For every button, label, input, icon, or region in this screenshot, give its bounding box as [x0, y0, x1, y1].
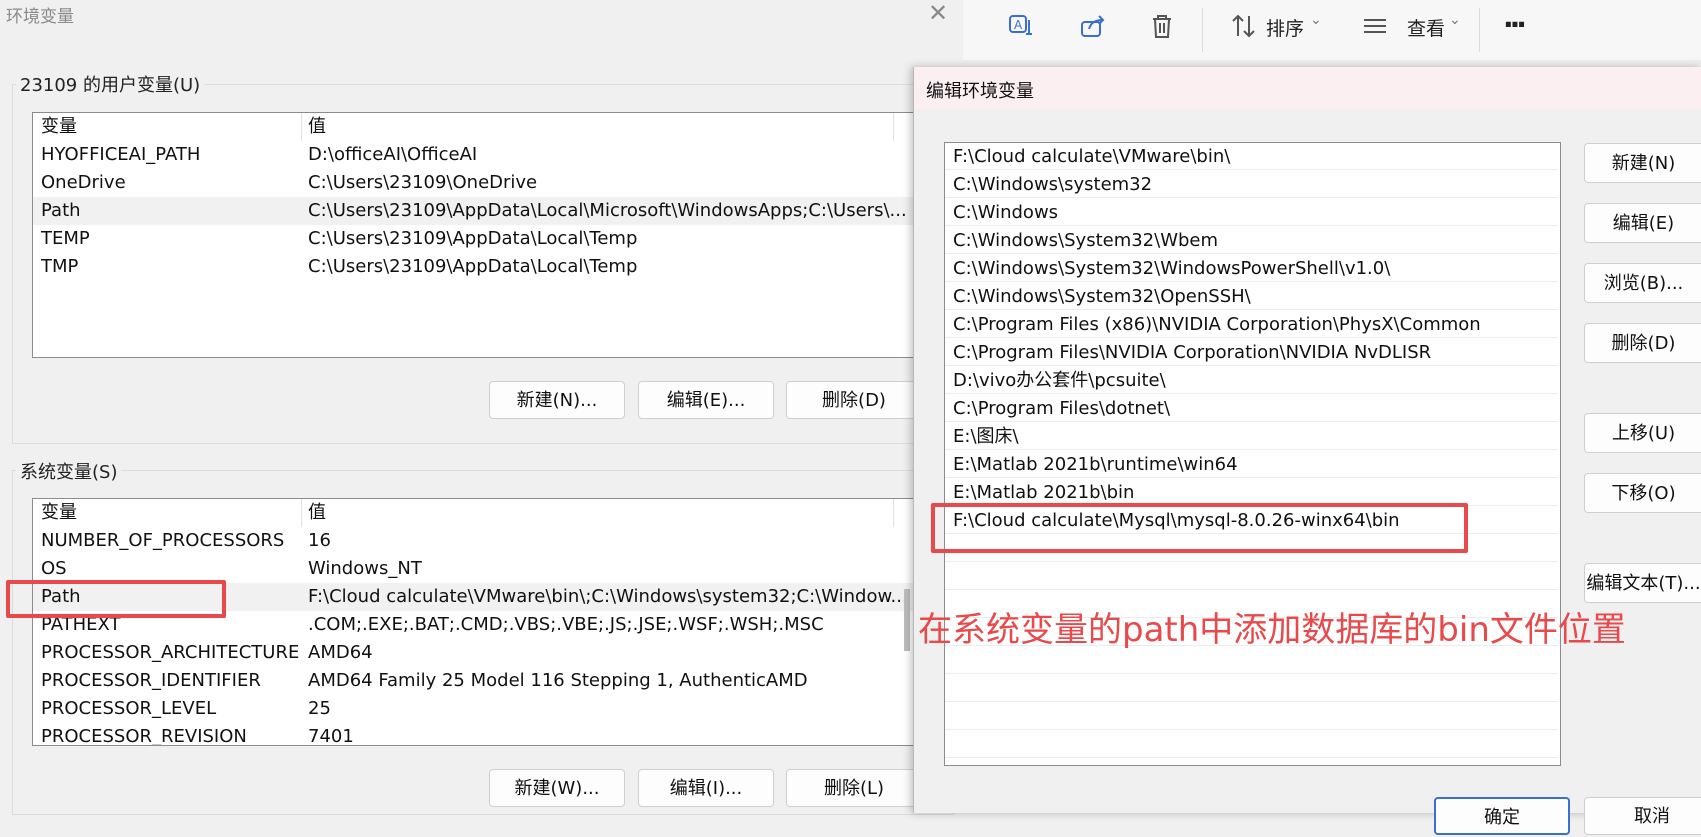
- sort-label[interactable]: 排序: [1266, 14, 1304, 41]
- system-edit-button[interactable]: 编辑(I)...: [638, 769, 774, 807]
- column-header-value[interactable]: 值: [308, 499, 326, 527]
- chevron-down-icon[interactable]: ⌄: [1310, 12, 1322, 28]
- table-row[interactable]: PROCESSOR_ARCHITECTURE AMD64: [33, 639, 933, 667]
- column-header-variable[interactable]: 变量: [41, 499, 77, 527]
- system-new-button[interactable]: 新建(W)...: [489, 769, 625, 807]
- cancel-button[interactable]: 取消: [1584, 797, 1701, 835]
- environment-variables-window: 环境变量 ✕ 23109 的用户变量(U) 变量 值 HYOFFICEAI_PA…: [0, 0, 963, 815]
- system-variables-label: 系统变量(S): [16, 458, 122, 484]
- translate-icon[interactable]: A: [1005, 12, 1037, 44]
- view-icon[interactable]: [1359, 12, 1391, 44]
- path-entries-list[interactable]: F:\Cloud calculate\VMware\bin\ C:\Window…: [944, 142, 1561, 766]
- list-item[interactable]: C:\Windows\system32: [945, 171, 1558, 198]
- list-item[interactable]: C:\Windows\System32\OpenSSH\: [945, 283, 1558, 310]
- user-variables-label: 23109 的用户变量(U): [16, 71, 205, 97]
- list-header: 变量 值: [33, 499, 933, 527]
- table-row[interactable]: PROCESSOR_REVISION 7401: [33, 723, 933, 745]
- table-row[interactable]: OneDrive C:\Users\23109\OneDrive: [33, 169, 933, 197]
- list-item[interactable]: E:\图床\: [945, 423, 1558, 450]
- move-down-button[interactable]: 下移(O): [1584, 473, 1701, 513]
- table-row[interactable]: PROCESSOR_IDENTIFIER AMD64 Family 25 Mod…: [33, 667, 933, 695]
- column-header-variable[interactable]: 变量: [41, 113, 77, 141]
- list-header: 变量 值: [33, 113, 933, 141]
- user-new-button[interactable]: 新建(N)...: [489, 381, 625, 419]
- list-item[interactable]: C:\Windows\System32\WindowsPowerShell\v1…: [945, 255, 1558, 282]
- edit-button[interactable]: 编辑(E): [1584, 203, 1701, 243]
- list-item[interactable]: C:\Windows: [945, 199, 1558, 226]
- annotation-text: 在系统变量的path中添加数据库的bin文件位置: [918, 610, 1626, 650]
- window-title: 环境变量: [6, 7, 74, 27]
- user-variables-list[interactable]: 变量 值 HYOFFICEAI_PATH D:\officeAI\OfficeA…: [32, 112, 934, 358]
- new-button[interactable]: 新建(N): [1584, 143, 1701, 183]
- chevron-down-icon[interactable]: ⌄: [1449, 12, 1461, 28]
- explorer-toolbar: A 排序 ⌄ 查看 ⌄ ···: [963, 0, 1701, 60]
- list-item[interactable]: C:\Program Files\NVIDIA Corporation\NVID…: [945, 339, 1558, 366]
- list-item[interactable]: F:\Cloud calculate\VMware\bin\: [945, 143, 1558, 170]
- list-item[interactable]: C:\Windows\System32\Wbem: [945, 227, 1558, 254]
- table-row[interactable]: TEMP C:\Users\23109\AppData\Local\Temp: [33, 225, 933, 253]
- table-row[interactable]: NUMBER_OF_PROCESSORS 16: [33, 527, 933, 555]
- system-variables-list[interactable]: 变量 值 NUMBER_OF_PROCESSORS 16 OS Windows_…: [32, 498, 934, 746]
- trash-icon[interactable]: [1146, 12, 1178, 44]
- view-label[interactable]: 查看: [1407, 14, 1445, 41]
- list-item[interactable]: C:\Program Files\dotnet\: [945, 395, 1558, 422]
- user-delete-button[interactable]: 删除(D): [786, 381, 922, 419]
- table-row[interactable]: OS Windows_NT: [33, 555, 933, 583]
- table-row[interactable]: PROCESSOR_LEVEL 25: [33, 695, 933, 723]
- list-item[interactable]: C:\Program Files (x86)\NVIDIA Corporatio…: [945, 311, 1558, 338]
- list-item[interactable]: D:\vivo办公套件\pcsuite\: [945, 367, 1558, 394]
- ok-button[interactable]: 确定: [1434, 797, 1570, 835]
- scrollbar-thumb[interactable]: [904, 589, 910, 651]
- move-up-button[interactable]: 上移(U): [1584, 413, 1701, 453]
- list-item[interactable]: [945, 647, 1558, 674]
- more-icon[interactable]: ···: [1503, 8, 1527, 41]
- svg-text:A: A: [1014, 18, 1023, 32]
- table-row-selected[interactable]: Path C:\Users\23109\AppData\Local\Micros…: [33, 197, 933, 225]
- list-item[interactable]: [945, 563, 1558, 590]
- path-highlight-box: [6, 580, 226, 618]
- share-icon[interactable]: [1077, 12, 1109, 44]
- list-item[interactable]: [945, 703, 1558, 730]
- sort-icon[interactable]: [1228, 12, 1260, 44]
- system-delete-button[interactable]: 删除(L): [786, 769, 922, 807]
- close-icon[interactable]: ✕: [925, 0, 951, 26]
- list-item[interactable]: E:\Matlab 2021b\bin: [945, 479, 1558, 506]
- edit-environment-variable-dialog: 编辑环境变量 F:\Cloud calculate\VMware\bin\ C:…: [913, 67, 1701, 835]
- edit-text-button[interactable]: 编辑文本(T)...: [1584, 563, 1701, 603]
- browse-button[interactable]: 浏览(B)...: [1584, 263, 1701, 303]
- dialog-title: 编辑环境变量: [926, 81, 1034, 102]
- list-item[interactable]: E:\Matlab 2021b\runtime\win64: [945, 451, 1558, 478]
- user-edit-button[interactable]: 编辑(E)...: [638, 381, 774, 419]
- dialog-titlebar: 编辑环境变量: [914, 67, 1701, 109]
- mysql-path-highlight-box: [931, 503, 1468, 553]
- table-row[interactable]: TMP C:\Users\23109\AppData\Local\Temp: [33, 253, 933, 281]
- delete-button[interactable]: 删除(D): [1584, 323, 1701, 363]
- table-row[interactable]: HYOFFICEAI_PATH D:\officeAI\OfficeAI: [33, 141, 933, 169]
- list-item[interactable]: [945, 675, 1558, 702]
- list-item[interactable]: [945, 731, 1558, 758]
- column-header-value[interactable]: 值: [308, 113, 326, 141]
